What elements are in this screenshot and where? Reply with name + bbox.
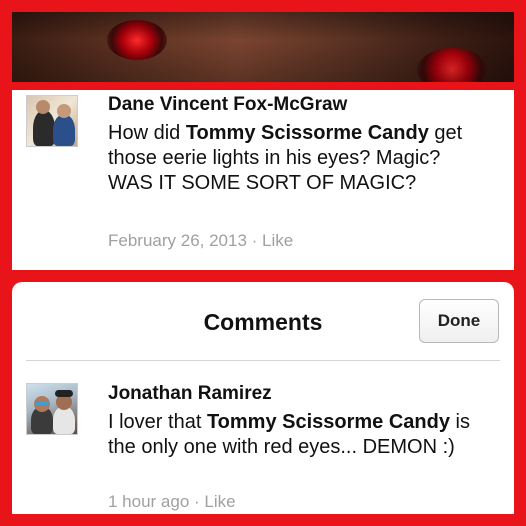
avatar[interactable]: [26, 383, 78, 435]
comment-author-name[interactable]: Jonathan Ramirez: [108, 383, 272, 405]
tagged-person-link[interactable]: Tommy Scissorme Candy: [186, 122, 429, 144]
post-meta: February 26, 2013 · Like: [108, 231, 294, 250]
comment-text: I lover that Tommy Scissorme Candy is th…: [108, 411, 470, 458]
post-author-name[interactable]: Dane Vincent Fox-McGraw: [108, 94, 347, 116]
post-text: How did Tommy Scissorme Candy get those …: [108, 122, 463, 194]
tagged-person-link[interactable]: Tommy Scissorme Candy: [207, 411, 450, 433]
comment-meta: 1 hour ago · Like: [108, 492, 236, 511]
post-date: February 26, 2013: [108, 231, 247, 250]
post-card: Dane Vincent Fox-McGraw How did Tommy Sc…: [12, 90, 514, 270]
avatar[interactable]: [26, 95, 78, 147]
comment-time: 1 hour ago: [108, 492, 190, 511]
divider: [26, 360, 500, 361]
like-link[interactable]: Like: [262, 231, 293, 250]
cropped-photo-eyes: [12, 12, 514, 82]
comments-panel: Comments Done Jonathan Ramirez I lover t…: [12, 282, 514, 514]
done-button[interactable]: Done: [419, 299, 499, 343]
like-link[interactable]: Like: [204, 492, 235, 511]
